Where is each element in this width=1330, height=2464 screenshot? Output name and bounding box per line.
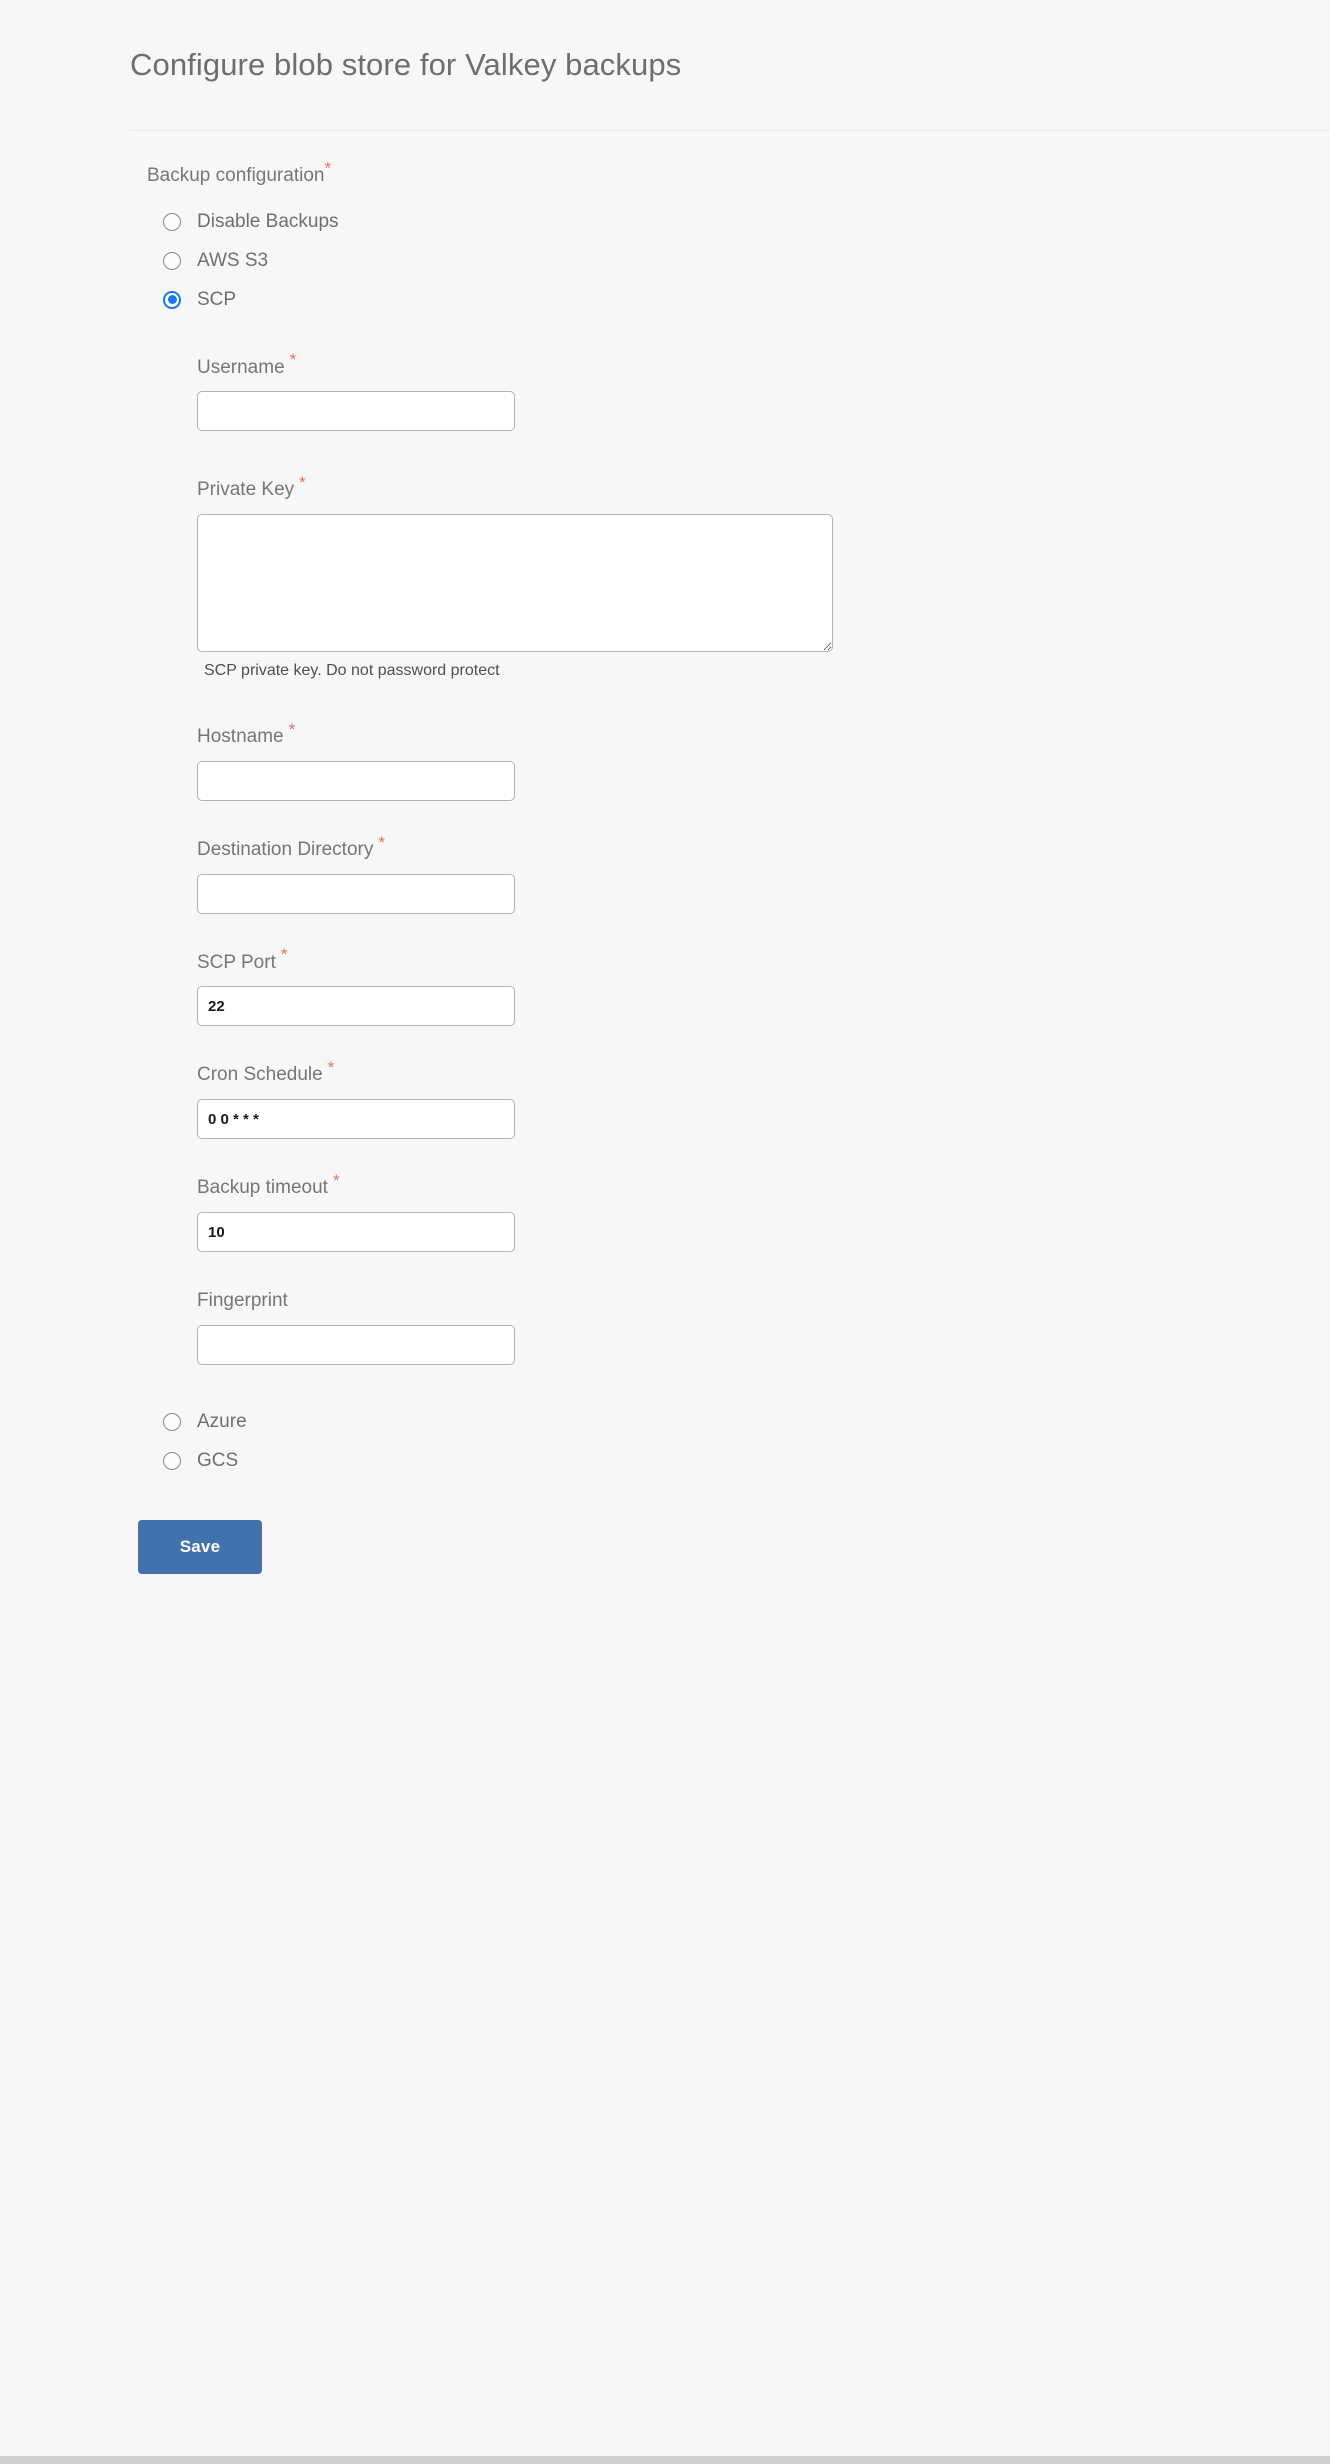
scp-port-input[interactable] [197, 986, 515, 1027]
field-cron-schedule: Cron Schedule * [197, 1059, 1330, 1140]
radio-label-disable-backups: Disable Backups [197, 211, 339, 233]
save-button[interactable]: Save [138, 1519, 262, 1574]
field-label-text: Cron Schedule [197, 1064, 323, 1086]
page-title: Configure blob store for Valkey backups [130, 47, 682, 83]
field-label-text: Backup timeout [197, 1177, 328, 1199]
radio-icon-unchecked[interactable] [163, 251, 181, 270]
group-label-text: Backup configuration [147, 165, 325, 186]
field-label-username: Username * [197, 351, 1330, 380]
radio-icon-unchecked[interactable] [163, 1412, 181, 1431]
save-button-container: Save [138, 1519, 1330, 1574]
field-label-backup-timeout: Backup timeout * [197, 1172, 1330, 1200]
radio-icon-unchecked[interactable] [163, 212, 181, 231]
username-input[interactable] [197, 391, 515, 432]
radio-option-disable-backups[interactable]: Disable Backups [163, 209, 1330, 235]
required-asterisk: * [327, 1058, 335, 1078]
field-scp-port: SCP Port * [197, 946, 1330, 1027]
field-label-text: Username [197, 356, 285, 378]
required-asterisk: * [288, 719, 296, 739]
field-private-key: Private Key * SCP private key. Do not pas… [197, 474, 1330, 682]
field-label-text: Hostname [197, 726, 284, 748]
radio-label-scp: SCP [197, 289, 237, 311]
field-label-text: Destination Directory [197, 838, 374, 860]
required-asterisk: * [299, 473, 306, 493]
fingerprint-input[interactable] [197, 1324, 515, 1365]
required-asterisk: * [378, 832, 385, 852]
scp-fields-panel: Username * Private Key * SCP private key. … [197, 351, 1330, 1365]
field-label-destination-directory: Destination Directory * [197, 834, 1330, 862]
private-key-help-text: SCP private key. Do not password protect [204, 662, 500, 680]
field-hostname: Hostname * [197, 721, 1330, 801]
required-asterisk: * [324, 158, 332, 178]
page-header: Configure blob store for Valkey backups [0, 0, 1330, 130]
required-asterisk: * [280, 945, 288, 965]
radio-label-gcs: GCS [197, 1450, 239, 1472]
field-username: Username * [197, 351, 1330, 432]
hostname-input[interactable] [197, 760, 515, 801]
radio-icon-checked[interactable] [163, 290, 181, 309]
page-root: Configure blob store for Valkey backups … [0, 0, 1330, 2456]
bottom-scrollbar[interactable] [0, 2456, 1330, 2464]
field-label-scp-port: SCP Port * [197, 946, 1330, 975]
radio-option-scp[interactable]: SCP [163, 287, 1330, 313]
radio-label-azure: Azure [197, 1411, 247, 1433]
radio-icon-unchecked[interactable] [163, 1451, 181, 1470]
field-label-text: SCP Port [197, 951, 276, 973]
backup-timeout-input[interactable] [197, 1212, 515, 1253]
field-label-fingerprint: Fingerprint [197, 1290, 1330, 1313]
backup-configuration-form: Backup configuration* Disable Backups AW… [0, 130, 1330, 1574]
backup-configuration-label: Backup configuration* [147, 160, 1330, 189]
required-asterisk: * [289, 350, 297, 370]
header-divider [130, 130, 1330, 131]
private-key-textarea[interactable] [197, 514, 833, 653]
trailing-radio-group: Azure GCS [147, 1409, 1330, 1474]
field-fingerprint: Fingerprint [197, 1290, 1330, 1365]
field-destination-directory: Destination Directory * [197, 834, 1330, 914]
cron-schedule-input[interactable] [197, 1099, 515, 1140]
field-label-text: Private Key [197, 479, 295, 501]
field-label-cron-schedule: Cron Schedule * [197, 1059, 1330, 1087]
field-label-private-key: Private Key * [197, 474, 1330, 502]
radio-label-aws-s3: AWS S3 [197, 250, 269, 272]
field-label-text: Fingerprint [197, 1290, 288, 1312]
radio-option-gcs[interactable]: GCS [163, 1448, 1330, 1474]
radio-option-aws-s3[interactable]: AWS S3 [163, 248, 1330, 274]
field-label-hostname: Hostname * [197, 721, 1330, 749]
radio-option-azure[interactable]: Azure [163, 1409, 1330, 1435]
required-asterisk: * [332, 1170, 340, 1190]
destination-directory-input[interactable] [197, 873, 515, 914]
field-backup-timeout: Backup timeout * [197, 1172, 1330, 1253]
